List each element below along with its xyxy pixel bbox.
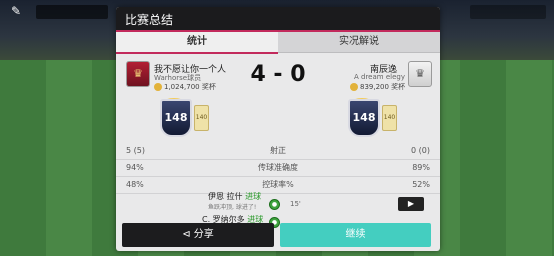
stat-home-value: 48%: [126, 180, 144, 189]
stat-away-value: 52%: [412, 180, 430, 189]
stat-row-possession: 48% 控球率% 52%: [116, 177, 440, 194]
event-1-minute: 15': [290, 200, 301, 208]
match-summary-dialog: 比赛总结 统计 实况解说 ♛ 我不愿让你一个人 Warhorse球员 1,024…: [116, 7, 440, 251]
stat-home-value: 5 (5): [126, 146, 145, 155]
stat-away-value: 0 (0): [411, 146, 430, 155]
tab-bar: 统计 实况解说: [116, 32, 440, 54]
dialog-title: 比赛总结: [125, 13, 174, 27]
coin-icon: [154, 83, 162, 91]
tab-commentary[interactable]: 实况解说: [278, 32, 440, 52]
stat-away-value: 89%: [412, 163, 430, 172]
away-rating-badge: 148: [348, 99, 380, 137]
ball-icon: ●: [269, 199, 280, 210]
home-club-crest-icon: ♛: [126, 61, 150, 87]
share-label: 分享: [193, 229, 214, 240]
home-rating-card: 140: [194, 105, 209, 131]
away-club-crest-icon: ♛: [408, 61, 432, 87]
continue-button[interactable]: 继续: [280, 223, 431, 247]
event-1-detail: 鱼跃冲顶, 球进了!: [208, 204, 257, 211]
hud-scoreboard: [36, 5, 108, 19]
stat-row-shots: 5 (5) 射正 0 (0): [116, 143, 440, 160]
video-icon[interactable]: ▶: [398, 197, 424, 211]
chat-icon[interactable]: ✎: [6, 4, 26, 18]
stat-label: 传球准确度: [258, 163, 298, 172]
share-button[interactable]: ⊲ 分享: [122, 223, 274, 247]
stats-table: 5 (5) 射正 0 (0) 94% 传球准确度 89% 48% 控球率% 52…: [116, 143, 440, 194]
away-coins: 839,200 奖杯: [350, 82, 405, 92]
stat-label: 射正: [270, 146, 286, 155]
away-rating-card: 140: [382, 105, 397, 131]
away-club-name: A dream elegy: [354, 73, 405, 81]
dialog-header: 比赛总结: [116, 7, 440, 32]
share-icon: ⊲: [182, 229, 191, 240]
event-1-text: 伊恩 拉什 进球: [208, 191, 261, 202]
home-coins: 1,024,700 奖杯: [154, 82, 216, 92]
tab-stats[interactable]: 统计: [116, 32, 278, 54]
home-rating-badge: 148: [160, 99, 192, 137]
away-coins-value: 839,200 奖杯: [360, 83, 406, 91]
stat-row-pass-accuracy: 94% 传球准确度 89%: [116, 160, 440, 177]
coin-icon: [350, 83, 358, 91]
stat-home-value: 94%: [126, 163, 144, 172]
event-1-player: 伊恩 拉什: [208, 192, 243, 201]
hud-info: [470, 5, 546, 19]
home-coins-value: 1,024,700 奖杯: [164, 83, 216, 91]
scoreline: 4 - 0: [250, 62, 306, 87]
event-1-tag: 进球: [245, 192, 262, 201]
